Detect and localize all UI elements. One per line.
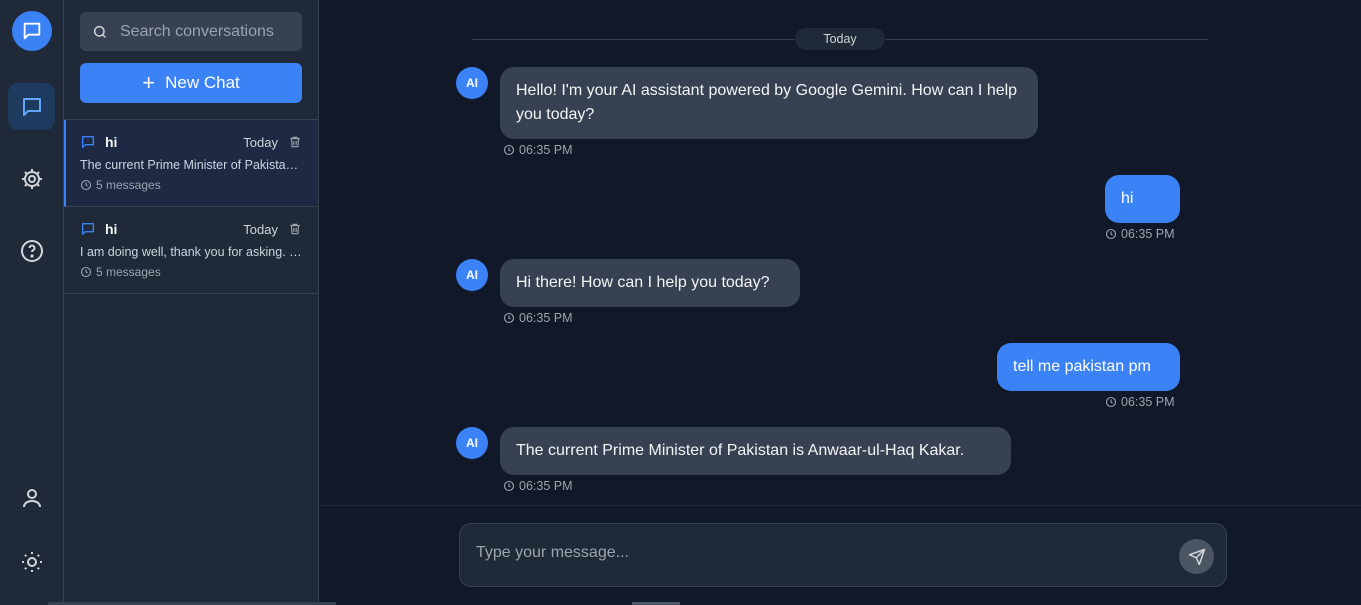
- date-divider-line: [472, 39, 794, 40]
- new-chat-label: New Chat: [165, 73, 240, 92]
- conversation-date: Today: [243, 221, 278, 237]
- conversation-title: hi: [105, 134, 118, 150]
- conversation-item[interactable]: hi Today The current Prime Minister of P…: [64, 120, 318, 207]
- message-timestamp: 06:35 PM: [1105, 395, 1175, 409]
- nav-chats-button[interactable]: [8, 83, 55, 130]
- user-message: tell me pakistan pm: [997, 343, 1180, 391]
- clock-icon: [503, 312, 515, 324]
- clock-icon: [1105, 228, 1117, 240]
- icon-rail: [0, 0, 64, 605]
- sun-icon: [21, 551, 42, 572]
- clock-icon: [80, 266, 92, 278]
- nav-help-button[interactable]: [8, 227, 55, 274]
- conversation-meta: 5 messages: [80, 265, 302, 279]
- chat-icon: [22, 97, 41, 116]
- conversation-date: Today: [243, 134, 278, 150]
- send-icon: [1188, 548, 1205, 565]
- ai-message: Hi there! How can I help you today?: [500, 259, 800, 307]
- conversation-meta: 5 messages: [80, 178, 302, 192]
- search-icon: [93, 25, 106, 38]
- new-chat-button[interactable]: + New Chat: [80, 63, 302, 103]
- message-box[interactable]: [459, 523, 1227, 587]
- conversation-item[interactable]: hi Today I am doing well, thank you for …: [64, 207, 318, 294]
- message-timestamp: 06:35 PM: [503, 479, 573, 493]
- chat-icon: [82, 136, 94, 148]
- gear-icon: [21, 168, 42, 189]
- clock-icon: [503, 480, 515, 492]
- chat-area: Today AI Hello! I'm your AI assistant po…: [320, 0, 1361, 505]
- message-input[interactable]: [476, 544, 1156, 562]
- date-divider-line: [886, 39, 1208, 40]
- nav-profile-button[interactable]: [8, 474, 55, 521]
- message-count: 5 messages: [96, 178, 161, 192]
- ai-message: Hello! I'm your AI assistant powered by …: [500, 67, 1038, 139]
- clock-icon: [503, 144, 515, 156]
- user-message: hi: [1105, 175, 1180, 223]
- nav-settings-button[interactable]: [8, 155, 55, 202]
- help-icon: [20, 239, 43, 262]
- trash-icon[interactable]: [288, 222, 302, 236]
- clock-icon: [80, 179, 92, 191]
- conversation-preview: The current Prime Minister of Pakistan i…: [80, 158, 302, 172]
- ai-avatar: AI: [456, 67, 488, 99]
- chat-icon: [82, 223, 94, 235]
- message-timestamp: 06:35 PM: [503, 311, 573, 325]
- date-divider-label: Today: [795, 28, 885, 50]
- message-count: 5 messages: [96, 265, 161, 279]
- search-box[interactable]: [80, 12, 302, 51]
- user-icon: [22, 488, 41, 507]
- trash-icon[interactable]: [288, 135, 302, 149]
- app-logo[interactable]: [12, 11, 52, 51]
- message-timestamp: 06:35 PM: [1105, 227, 1175, 241]
- search-input[interactable]: [120, 22, 300, 41]
- theme-toggle-button[interactable]: [8, 538, 55, 585]
- conversation-list: hi Today The current Prime Minister of P…: [64, 119, 318, 294]
- composer-area: [320, 505, 1361, 605]
- ai-avatar: AI: [456, 427, 488, 459]
- conversation-panel: + New Chat hi Today The current Prime Mi…: [64, 0, 319, 605]
- ai-message: The current Prime Minister of Pakistan i…: [500, 427, 1011, 475]
- message-timestamp: 06:35 PM: [503, 143, 573, 157]
- chat-logo-icon: [23, 22, 41, 40]
- send-button[interactable]: [1179, 539, 1214, 574]
- plus-icon: +: [142, 70, 156, 95]
- conversation-preview: I am doing well, thank you for asking. H…: [80, 245, 302, 259]
- conversation-title: hi: [105, 221, 118, 237]
- clock-icon: [1105, 396, 1117, 408]
- ai-avatar: AI: [456, 259, 488, 291]
